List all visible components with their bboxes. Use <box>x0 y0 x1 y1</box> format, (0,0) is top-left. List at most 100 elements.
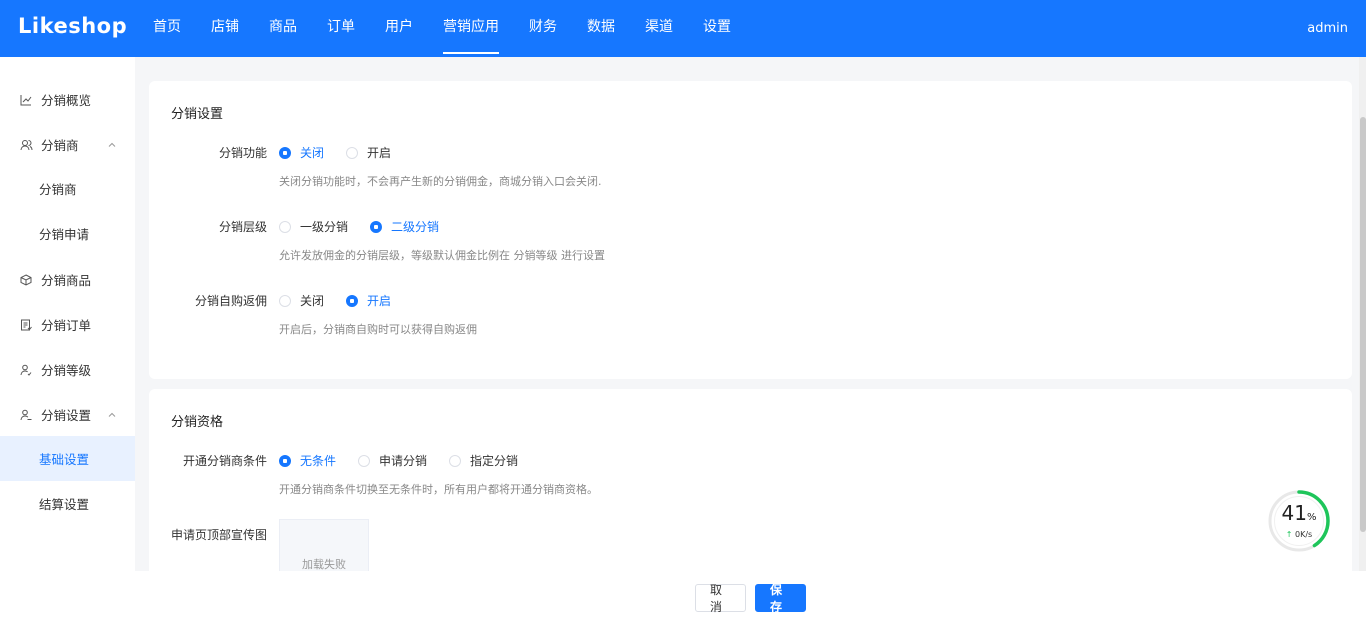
radio-self-purchase-off[interactable]: 关闭 <box>279 292 324 309</box>
radio-label: 申请分销 <box>379 454 428 468</box>
radio-label: 一级分销 <box>300 220 349 234</box>
nav-goods[interactable]: 商品 <box>254 0 312 57</box>
radio-dot <box>346 146 359 159</box>
hint-function: 关闭分销功能时，不会再产生新的分销佣金，商城分销入口会关闭. <box>279 175 602 188</box>
network-speed-widget[interactable]: 41% ↑ 0K/s <box>1267 489 1331 553</box>
radio-label: 开启 <box>367 146 392 160</box>
users-icon <box>19 138 33 152</box>
sidebar-item-label: 分销商 <box>39 182 77 197</box>
nav-data[interactable]: 数据 <box>572 0 630 57</box>
sidebar-item-levels[interactable]: 分销等级 <box>0 347 135 392</box>
radio-condition-none[interactable]: 无条件 <box>279 452 336 469</box>
chevron-up-icon <box>107 408 117 423</box>
cancel-button[interactable]: 取消 <box>695 583 746 614</box>
sidebar: 分销概览 分销商 分销商 分销申请 分销商品 分销订单 分销等级 分销设置 基础… <box>0 57 135 571</box>
radio-dot <box>279 146 291 159</box>
sidebar-item-label: 分销订单 <box>41 318 92 333</box>
radio-function-off[interactable]: 关闭 <box>279 144 324 161</box>
top-nav: 首页 店铺 商品 订单 用户 营销应用 财务 数据 渠道 设置 <box>138 0 746 57</box>
sidebar-item-settings[interactable]: 分销设置 <box>0 392 135 437</box>
arrow-up-icon: ↑ <box>1285 530 1293 539</box>
top-header: Likeshop 首页 店铺 商品 订单 用户 营销应用 财务 数据 渠道 设置… <box>0 0 1366 57</box>
user-settings-icon <box>19 408 33 422</box>
radio-self-purchase-on[interactable]: 开启 <box>346 292 391 309</box>
radio-label: 指定分销 <box>470 454 519 468</box>
row-label-self-purchase: 分销自购返佣 <box>194 294 267 308</box>
radio-level-one[interactable]: 一级分销 <box>279 218 348 235</box>
distribution-settings-card: 分销设置 分销功能 关闭 开启 关闭分销功能时，不会再产生新的分销佣金，商城分销… <box>149 81 1352 379</box>
hint-level: 允许发放佣金的分销层级，等级默认佣金比例在 分销等级 进行设置 <box>279 249 605 262</box>
radio-dot <box>370 220 383 233</box>
nav-finance[interactable]: 财务 <box>514 0 572 57</box>
radio-label: 开启 <box>367 294 392 308</box>
order-icon <box>19 318 33 332</box>
percent-value: 41 <box>1281 501 1307 525</box>
sidebar-item-label: 分销商品 <box>41 273 92 288</box>
sidebar-item-distributors[interactable]: 分销商 <box>0 122 135 167</box>
sidebar-item-label: 分销概览 <box>41 93 92 108</box>
nav-marketing[interactable]: 营销应用 <box>428 0 514 57</box>
radio-dot <box>279 454 291 467</box>
user-menu[interactable]: admin <box>1307 0 1348 57</box>
section-title: 分销资格 <box>171 415 224 430</box>
radio-dot <box>279 294 291 307</box>
footer-bar: 取消 保存 <box>0 571 1366 625</box>
speed-rate: ↑ 0K/s <box>1267 530 1331 539</box>
speed-percent: 41% <box>1267 501 1331 525</box>
sidebar-item-settlement-settings[interactable]: 结算设置 <box>0 481 135 526</box>
radio-group-level: 一级分销 二级分销 <box>279 218 461 235</box>
hint-self-purchase: 开启后，分销商自购时可以获得自购返佣 <box>279 323 477 336</box>
row-label-condition: 开通分销商条件 <box>182 454 267 468</box>
sidebar-item-applications[interactable]: 分销申请 <box>0 211 135 256</box>
row-label-level: 分销层级 <box>218 220 267 234</box>
chart-line-icon <box>19 93 33 107</box>
rate-value: 0K/s <box>1295 530 1313 539</box>
sidebar-item-label: 分销申请 <box>39 227 90 242</box>
scrollbar-thumb[interactable] <box>1360 117 1366 532</box>
radio-condition-assigned[interactable]: 指定分销 <box>449 452 518 469</box>
radio-group-self-purchase: 关闭 开启 <box>279 292 413 309</box>
radio-level-two[interactable]: 二级分销 <box>370 218 439 235</box>
box-icon <box>19 273 33 287</box>
sidebar-item-distributor-list[interactable]: 分销商 <box>0 166 135 211</box>
row-label-function: 分销功能 <box>218 146 267 160</box>
nav-channels[interactable]: 渠道 <box>630 0 688 57</box>
image-load-failed-text: 加载失败 <box>302 558 346 571</box>
sidebar-item-overview[interactable]: 分销概览 <box>0 77 135 122</box>
sidebar-item-goods[interactable]: 分销商品 <box>0 257 135 302</box>
sidebar-item-label: 基础设置 <box>39 452 90 467</box>
radio-label: 关闭 <box>300 146 325 160</box>
radio-dot <box>358 454 371 467</box>
nav-users[interactable]: 用户 <box>370 0 428 57</box>
radio-label: 无条件 <box>300 454 337 468</box>
radio-dot <box>279 220 291 233</box>
sidebar-item-label: 分销设置 <box>41 408 92 423</box>
user-level-icon <box>19 363 33 377</box>
distribution-qualification-card: 分销资格 开通分销商条件 无条件 申请分销 指定分销 开通分销商条件切换至无条件… <box>149 389 1352 571</box>
radio-dot <box>346 294 359 307</box>
chevron-up-icon <box>107 138 117 153</box>
nav-store[interactable]: 店铺 <box>196 0 254 57</box>
sidebar-item-label: 分销等级 <box>41 363 92 378</box>
section-title: 分销设置 <box>171 107 224 122</box>
sidebar-item-label: 结算设置 <box>39 497 90 512</box>
radio-dot <box>449 454 462 467</box>
nav-orders[interactable]: 订单 <box>312 0 370 57</box>
radio-label: 二级分销 <box>391 220 440 234</box>
logo[interactable]: Likeshop <box>18 14 127 38</box>
radio-group-function: 关闭 开启 <box>279 144 413 161</box>
row-label-banner-image: 申请页顶部宣传图 <box>170 528 267 542</box>
radio-label: 关闭 <box>300 294 325 308</box>
radio-group-condition: 无条件 申请分销 指定分销 <box>279 452 540 469</box>
save-button[interactable]: 保存 <box>755 583 806 614</box>
banner-image-upload[interactable]: 加载失败 <box>279 519 369 571</box>
sidebar-item-label: 分销商 <box>41 138 79 153</box>
sidebar-item-basic-settings[interactable]: 基础设置 <box>0 436 135 481</box>
sidebar-item-orders[interactable]: 分销订单 <box>0 302 135 347</box>
hint-condition: 开通分销商条件切换至无条件时，所有用户都将开通分销商资格。 <box>279 483 598 496</box>
radio-condition-apply[interactable]: 申请分销 <box>358 452 427 469</box>
radio-function-on[interactable]: 开启 <box>346 144 391 161</box>
nav-home[interactable]: 首页 <box>138 0 196 57</box>
page-scrollbar[interactable] <box>1359 57 1366 571</box>
nav-settings[interactable]: 设置 <box>688 0 746 57</box>
